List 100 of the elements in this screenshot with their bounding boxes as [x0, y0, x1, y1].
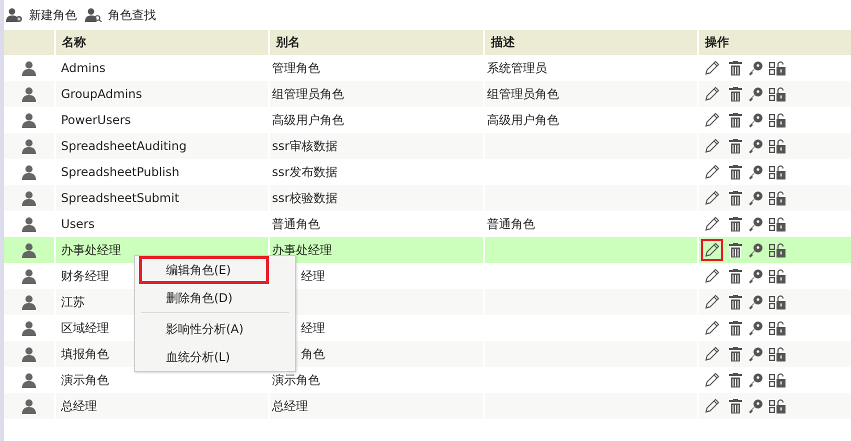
user-add-icon	[6, 8, 23, 22]
user-search-icon	[85, 8, 102, 22]
lock-icon[interactable]	[769, 398, 786, 414]
key-icon[interactable]	[748, 216, 763, 232]
person-icon	[22, 112, 36, 128]
table-cell: PowerUsers	[61, 113, 131, 127]
lock-icon[interactable]	[769, 112, 786, 128]
key-icon[interactable]	[748, 398, 763, 414]
table-cell: 高级用户角色	[487, 112, 559, 128]
key-icon[interactable]	[748, 190, 763, 206]
table-cell: 角色	[301, 346, 325, 362]
table-cell: 演示角色	[61, 372, 109, 388]
new-role-button[interactable]: 新建角色	[6, 6, 81, 24]
person-icon	[22, 190, 36, 206]
person-icon	[22, 268, 36, 284]
key-icon[interactable]	[748, 138, 763, 154]
person-icon	[22, 346, 36, 362]
trash-icon[interactable]	[729, 294, 742, 310]
key-icon[interactable]	[748, 112, 763, 128]
edit-icon[interactable]	[701, 239, 723, 261]
trash-icon[interactable]	[729, 216, 742, 232]
lock-icon[interactable]	[769, 138, 786, 154]
table-row[interactable]: SpreadsheetSubmit ssr校验数据	[4, 185, 851, 211]
lock-icon[interactable]	[769, 60, 786, 76]
table-cell: 总经理	[272, 398, 308, 414]
key-icon[interactable]	[748, 164, 763, 180]
trash-icon[interactable]	[729, 86, 742, 102]
menu-item[interactable]: 编辑角色(E)	[139, 256, 269, 284]
lock-icon[interactable]	[769, 86, 786, 102]
table-cell: ssr校验数据	[272, 190, 338, 206]
person-icon	[22, 372, 36, 388]
person-icon	[22, 86, 36, 102]
table-cell: 普通角色	[487, 216, 535, 232]
person-icon	[22, 138, 36, 154]
trash-icon[interactable]	[729, 190, 742, 206]
key-icon[interactable]	[748, 372, 763, 388]
table-cell: 总经理	[61, 398, 97, 414]
column-header: 描述	[491, 34, 515, 51]
person-icon	[22, 242, 36, 258]
person-icon	[22, 216, 36, 232]
table-cell: Users	[61, 217, 95, 231]
key-icon[interactable]	[748, 320, 763, 336]
table-cell: 系统管理员	[487, 60, 547, 76]
table-cell: 办事处经理	[272, 242, 332, 258]
lock-icon[interactable]	[769, 164, 786, 180]
find-role-button[interactable]: 角色查找	[85, 6, 160, 24]
trash-icon[interactable]	[729, 138, 742, 154]
table-cell: 高级用户角色	[272, 112, 344, 128]
lock-icon[interactable]	[769, 346, 786, 362]
key-icon[interactable]	[748, 242, 763, 258]
trash-icon[interactable]	[729, 60, 742, 76]
lock-icon[interactable]	[769, 372, 786, 388]
table-cell: 填报角色	[61, 346, 109, 362]
lock-icon[interactable]	[769, 190, 786, 206]
table-cell: 办事处经理	[61, 242, 121, 258]
table-cell: SpreadsheetPublish	[61, 165, 180, 179]
table-row[interactable]: 办事处经理 办事处经理	[4, 237, 851, 263]
table-cell: 组管理员角色	[487, 86, 559, 102]
person-icon	[22, 398, 36, 414]
table-cell: 经理	[301, 320, 325, 336]
trash-icon[interactable]	[729, 164, 742, 180]
table-cell: Admins	[61, 61, 106, 75]
table-row[interactable]: GroupAdmins 组管理员角色 组管理员角色	[4, 81, 851, 107]
key-icon[interactable]	[748, 60, 763, 76]
table-cell: 经理	[301, 268, 325, 284]
lock-icon[interactable]	[769, 294, 786, 310]
trash-icon[interactable]	[729, 268, 742, 284]
table-cell: SpreadsheetAuditing	[61, 139, 187, 153]
table-cell: 管理角色	[272, 60, 320, 76]
key-icon[interactable]	[748, 346, 763, 362]
table-cell: 财务经理	[61, 268, 109, 284]
trash-icon[interactable]	[729, 320, 742, 336]
table-cell: 组管理员角色	[272, 86, 344, 102]
person-icon	[22, 320, 36, 336]
trash-icon[interactable]	[729, 242, 742, 258]
person-icon	[22, 60, 36, 76]
person-icon	[22, 294, 36, 310]
key-icon[interactable]	[748, 294, 763, 310]
key-icon[interactable]	[748, 268, 763, 284]
lock-icon[interactable]	[769, 216, 786, 232]
lock-icon[interactable]	[769, 268, 786, 284]
column-header: 操作	[705, 34, 729, 51]
trash-icon[interactable]	[729, 112, 742, 128]
column-header: 别名	[276, 34, 300, 51]
lock-icon[interactable]	[769, 320, 786, 336]
key-icon[interactable]	[748, 86, 763, 102]
table-cell: ssr发布数据	[272, 164, 338, 180]
table-cell: ssr审核数据	[272, 138, 338, 154]
column-header: 名称	[62, 34, 86, 51]
table-cell: 江苏	[61, 294, 85, 310]
table-cell: SpreadsheetSubmit	[61, 191, 180, 205]
lock-icon[interactable]	[769, 242, 786, 258]
trash-icon[interactable]	[729, 372, 742, 388]
table-row[interactable]: SpreadsheetAuditing ssr审核数据	[4, 133, 851, 159]
table-cell: 普通角色	[272, 216, 320, 232]
trash-icon[interactable]	[729, 398, 742, 414]
trash-icon[interactable]	[729, 346, 742, 362]
table-cell: 区域经理	[61, 320, 109, 336]
menu-item[interactable]: 影响性分析(A)	[139, 315, 291, 343]
table-row[interactable]: 总经理 总经理	[4, 393, 851, 419]
